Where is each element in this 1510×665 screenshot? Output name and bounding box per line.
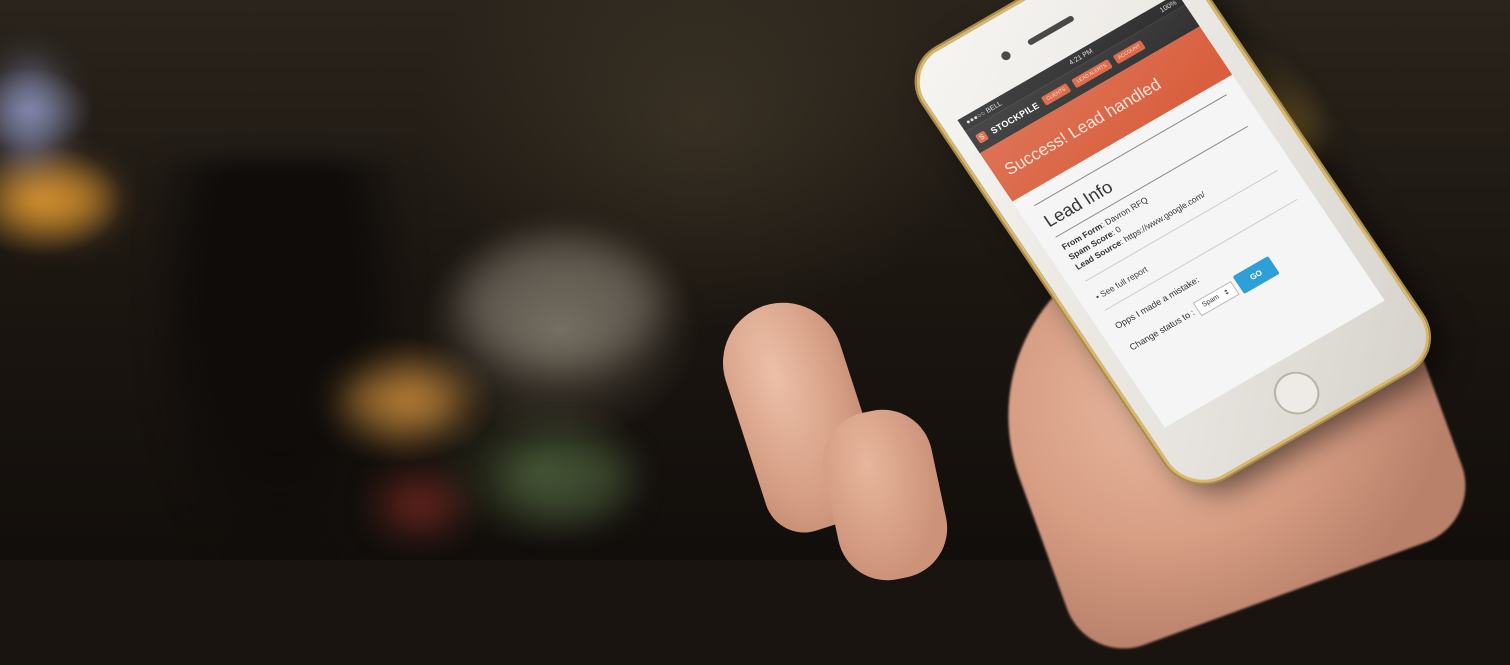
earpiece-speaker bbox=[1026, 14, 1076, 46]
bokeh-light-pale bbox=[460, 240, 660, 370]
bokeh-light-red bbox=[380, 480, 460, 530]
status-select-value: Spam bbox=[1200, 293, 1221, 309]
chevron-updown-icon: ⇕ bbox=[1222, 288, 1232, 297]
go-button[interactable]: GO bbox=[1232, 256, 1280, 294]
bokeh-light-green bbox=[500, 440, 630, 520]
bokeh-light-blue bbox=[0, 60, 60, 170]
change-status-row: Change status to : Spam ⇕ GO bbox=[1124, 228, 1328, 356]
status-select[interactable]: Spam ⇕ bbox=[1192, 280, 1240, 316]
home-button[interactable] bbox=[1265, 363, 1329, 423]
bokeh-light-orange bbox=[0, 170, 110, 230]
stockpile-logo-icon: S bbox=[974, 130, 990, 144]
bokeh-light-warm bbox=[340, 370, 460, 430]
front-camera bbox=[999, 49, 1013, 62]
blurred-person-silhouette bbox=[150, 160, 410, 560]
